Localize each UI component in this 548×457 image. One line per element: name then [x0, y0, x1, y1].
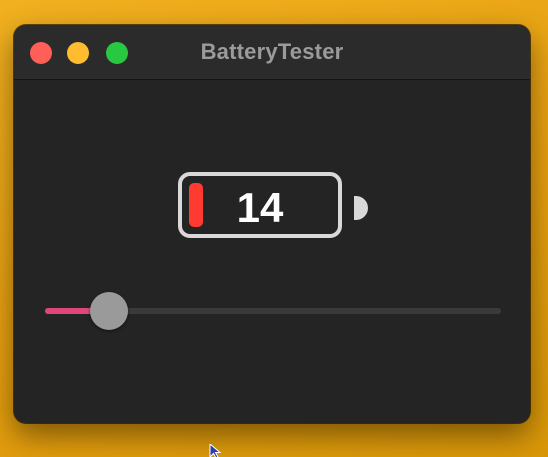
mouse-pointer-icon: [209, 444, 222, 457]
battery-indicator: 14: [178, 172, 342, 238]
battery-terminal: [354, 196, 368, 220]
battery-percentage: 14: [236, 184, 284, 231]
slider-thumb[interactable]: [90, 292, 128, 330]
window-title: BatteryTester: [200, 39, 344, 64]
title-bar[interactable]: BatteryTester: [14, 25, 530, 80]
app-window: BatteryTester 14: [14, 25, 530, 423]
battery-level-slider[interactable]: [45, 292, 501, 330]
